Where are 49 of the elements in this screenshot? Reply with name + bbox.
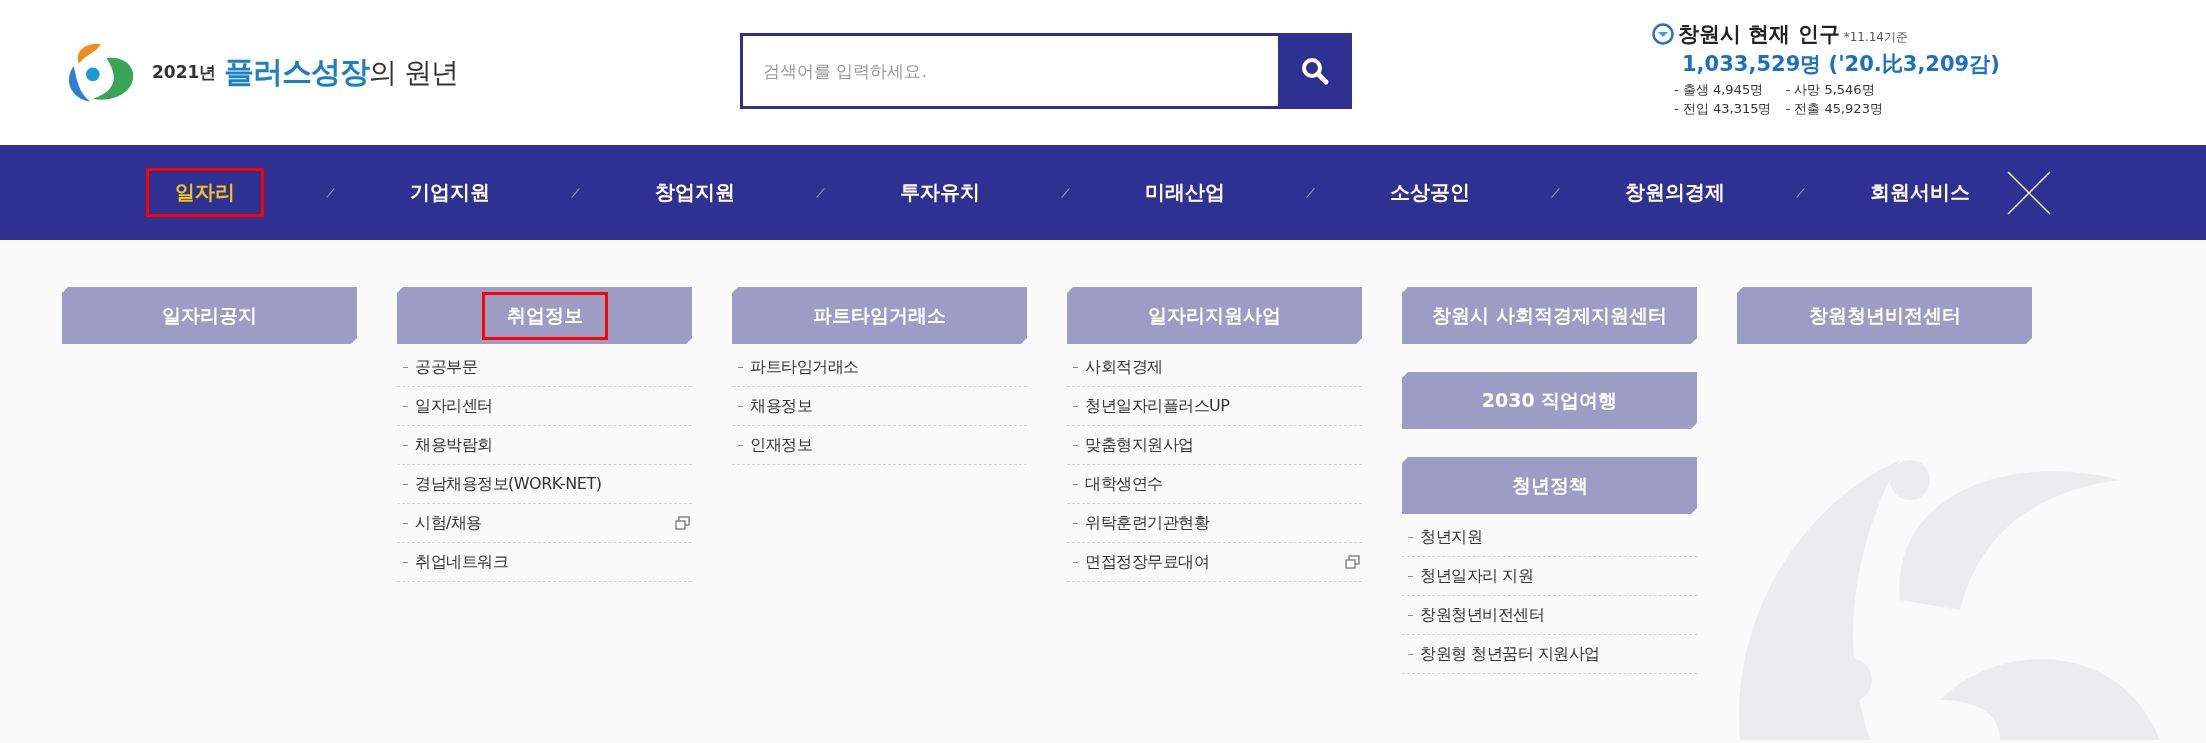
menu-link[interactable]: 위탁훈련기관현황 — [1073, 512, 1209, 534]
menu-link[interactable]: 맞춤형지원사업 — [1073, 434, 1194, 456]
nav-tab[interactable]: 창업지원 — [625, 168, 764, 217]
nav-tab[interactable]: 기업지원 — [380, 168, 519, 217]
search-button[interactable] — [1278, 32, 1352, 109]
population-stat: - 사망 5,546명 — [1785, 80, 1876, 99]
logo-year: 2021년 — [152, 61, 217, 84]
population-date: *11.14기준 — [1843, 28, 1908, 46]
nav-tab[interactable]: 미래산업 — [1115, 168, 1254, 217]
menu-link[interactable]: 면접정장무료대여 — [1073, 551, 1209, 573]
menu-link[interactable]: 공공부문 — [403, 356, 477, 378]
menu-link[interactable]: 일자리센터 — [403, 395, 493, 417]
menu-link[interactable]: 채용박람회 — [403, 434, 493, 456]
menu-link[interactable]: 파트타임거래소 — [738, 356, 859, 378]
logo-slogan-suffix: 의 원년 — [369, 54, 459, 91]
population-total: 1,033,529명 ('20.比3,209감) — [1682, 50, 2000, 78]
population-stat: - 출생 4,945명 — [1674, 80, 1765, 99]
menu-link[interactable]: 사회적경제 — [1073, 356, 1163, 378]
population-stat: - 전출 45,923명 — [1785, 99, 1883, 118]
menu-link[interactable]: 창원청년비전센터 — [1408, 604, 1544, 626]
search-field[interactable]: 검색어를 입력하세요. — [740, 32, 1278, 109]
menu-link[interactable]: 경남채용정보(WORK-NET) — [403, 473, 602, 495]
menu-link[interactable]: 창원형 청년꿈터 지원사업 — [1408, 643, 1600, 665]
menu-link[interactable]: 청년일자리 지원 — [1408, 565, 1534, 587]
menu-heading-label: 취업정보 — [481, 291, 608, 340]
population-stat: - 전입 43,315명 — [1674, 99, 1772, 118]
menu-heading-label: 일자리지원사업 — [1147, 302, 1282, 328]
menu-link[interactable]: 시험/채용 — [403, 512, 482, 534]
close-icon[interactable] — [2006, 169, 2052, 216]
menu-heading-label: 파트타임거래소 — [812, 302, 947, 328]
menu-heading-label: 청년정책 — [1510, 472, 1589, 498]
menu-link[interactable]: 청년일자리플러스UP — [1073, 395, 1230, 417]
nav-tab[interactable]: 창원의경제 — [1595, 168, 1754, 217]
nav-tab[interactable]: 회원서비스 — [1840, 168, 1999, 217]
menu-link[interactable]: 청년지원 — [1408, 526, 1482, 548]
menu-heading-label: 창원시 사회적경제지원센터 — [1431, 302, 1668, 328]
menu-link[interactable]: 대학생연수 — [1073, 473, 1163, 495]
menu-heading-label: 2030 직업여행 — [1480, 387, 1619, 413]
menu-link[interactable]: 취업네트워크 — [403, 551, 508, 573]
nav-tab[interactable]: 소상공인 — [1360, 168, 1499, 217]
logo-slogan: 플러스성장 — [224, 53, 370, 91]
menu-heading-label: 창원청년비전센터 — [1807, 302, 1962, 328]
menu-link[interactable]: 인재정보 — [738, 434, 812, 456]
nav-tab[interactable]: 투자유치 — [870, 168, 1009, 217]
search-icon — [1300, 55, 1330, 86]
population-title: 창원시 현재 인구 — [1678, 20, 1840, 48]
nav-tab[interactable]: 일자리 — [145, 168, 264, 217]
menu-link[interactable]: 채용정보 — [738, 395, 812, 417]
menu-heading-label: 일자리공지 — [161, 302, 258, 328]
